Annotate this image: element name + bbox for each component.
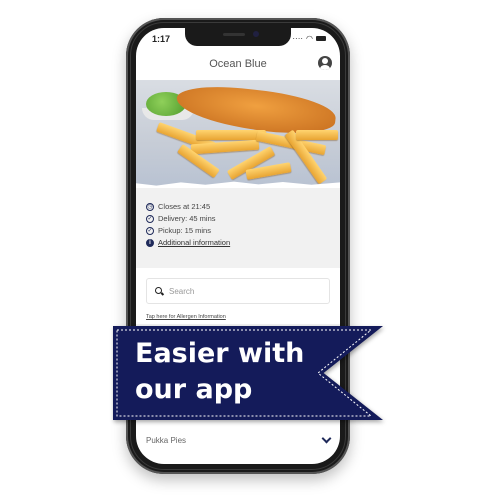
category-label: Pukka Pies [146,435,187,445]
app-header: Ocean Blue [136,50,340,78]
additional-info-link[interactable]: Additional information [158,238,230,247]
promo-banner: Easier with our app [113,326,383,420]
page-title: Ocean Blue [209,58,267,70]
closing-time-text: Closes at 21:45 [158,202,211,211]
torn-edge [136,181,340,188]
account-circle-icon[interactable] [318,56,332,70]
allergen-info-link[interactable]: Tap here for Allergen Information [146,314,226,320]
chevron-down-icon[interactable] [321,433,332,444]
pickup-time-text: Pickup: 15 mins [158,226,211,235]
status-time: 1:17 [152,34,171,44]
category-row-pukka-pies[interactable]: Pukka Pies [136,430,340,450]
signal-icon: ···· [292,34,304,43]
chip [296,130,338,140]
additional-info[interactable]: i Additional information [146,238,230,247]
info-panel: ◷ Closes at 21:45 ✓ Delivery: 45 mins ✓ … [136,188,340,268]
closing-time: ◷ Closes at 21:45 [146,202,210,211]
battery-icon [316,36,326,41]
search-placeholder: Search [169,286,195,296]
delivery-time-text: Delivery: 45 mins [158,214,216,223]
check-circle-icon: ✓ [146,214,154,223]
delivery-time: ✓ Delivery: 45 mins [146,214,216,223]
front-camera [253,31,259,37]
speaker [223,33,245,36]
status-icons: ···· ◠ [292,34,326,43]
search-icon [155,287,163,295]
banner-text: Easier with our app [135,338,305,405]
hero-image [136,80,340,188]
banner-ribbon: Easier with our app [113,326,383,420]
clock-icon: ◷ [146,202,154,211]
info-icon: i [146,238,154,247]
wifi-icon: ◠ [306,34,313,43]
check-circle-icon: ✓ [146,226,154,235]
search-input[interactable]: Search [146,278,330,304]
notch [185,28,291,46]
pickup-time: ✓ Pickup: 15 mins [146,226,211,235]
